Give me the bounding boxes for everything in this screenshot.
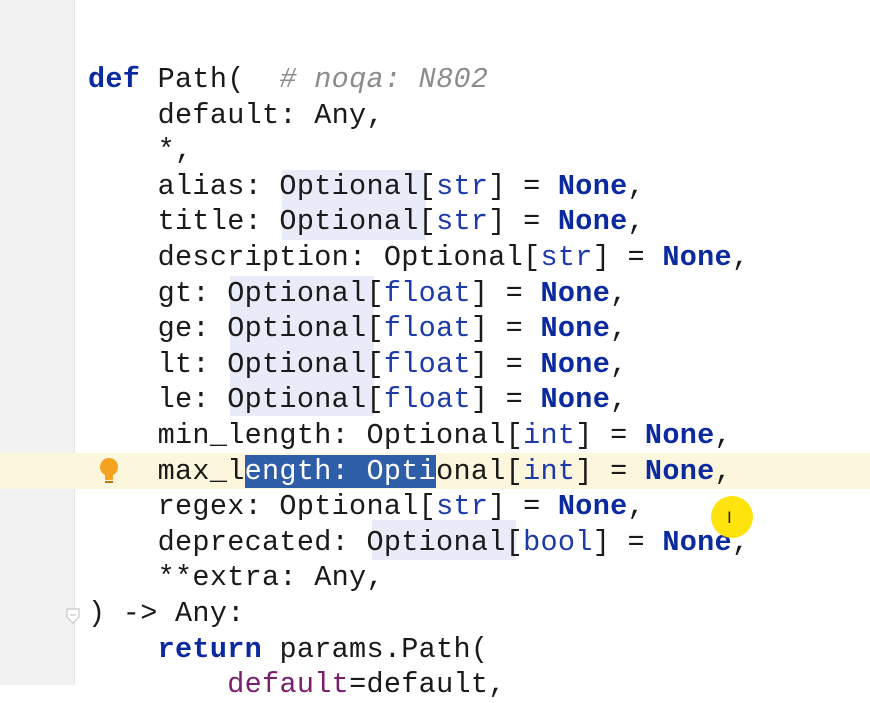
code-token: ,	[714, 454, 732, 488]
code-token: None	[540, 312, 611, 346]
code-line[interactable]: def Path( # noqa: N802	[88, 62, 749, 98]
code-token: title: Optional[	[88, 205, 437, 239]
code-token: ) -> Any:	[88, 596, 245, 630]
code-token: alias: Optional[	[88, 169, 437, 203]
code-line[interactable]: deprecated: Optional[bool] = None,	[88, 525, 749, 561]
code-token: ,	[610, 276, 628, 310]
code-token: float	[383, 383, 471, 417]
code-token: float	[383, 276, 471, 310]
code-editor[interactable]: def Path( # noqa: N802 default: Any, *, …	[88, 62, 749, 703]
code-token: float	[383, 312, 471, 346]
code-token: Path(	[140, 63, 245, 96]
code-token: onal[	[436, 454, 524, 488]
code-token: description: Optional[	[88, 240, 541, 274]
code-token: int	[523, 454, 576, 488]
code-token: ] =	[488, 169, 558, 203]
code-token: ] =	[470, 347, 541, 381]
code-line[interactable]: ) -> Any:	[88, 596, 749, 632]
code-token: int	[523, 418, 576, 452]
code-token: ] =	[592, 525, 663, 559]
code-token: str	[436, 205, 489, 239]
code-token: def	[88, 63, 141, 96]
code-line[interactable]: ge: Optional[float] = None,	[88, 311, 749, 347]
code-line[interactable]: return params.Path(	[88, 632, 749, 668]
code-token: ] =	[488, 205, 558, 239]
code-token: ,	[610, 312, 628, 346]
code-token: *,	[88, 134, 193, 168]
code-token: ] =	[488, 490, 558, 524]
code-token: ] =	[592, 240, 663, 274]
code-token: return	[157, 632, 263, 666]
code-line[interactable]: min_length: Optional[int] = None,	[88, 418, 749, 454]
code-token: deprecated: Optional[	[88, 525, 524, 559]
code-line[interactable]: lt: Optional[float] = None,	[88, 347, 749, 383]
code-token: bool	[523, 525, 593, 559]
code-token: None	[662, 240, 732, 274]
code-token: None	[540, 276, 611, 310]
code-line[interactable]: alias: Optional[str] = None,	[88, 169, 749, 205]
code-line[interactable]: default: Any,	[88, 98, 749, 134]
code-token: None	[557, 205, 628, 239]
code-token: ,	[610, 347, 628, 381]
code-token: # noqa: N802	[279, 63, 489, 96]
code-token: params.Path(	[262, 632, 489, 666]
code-token: str	[436, 169, 489, 203]
code-token: ,	[627, 169, 645, 203]
editor-gutter[interactable]	[0, 0, 75, 685]
code-token: ] =	[470, 276, 541, 310]
code-token: None	[557, 490, 628, 524]
code-line[interactable]: *,	[88, 133, 749, 169]
code-token: ,	[610, 383, 628, 417]
code-token: ] =	[575, 454, 645, 488]
code-line[interactable]: title: Optional[str] = None,	[88, 204, 749, 240]
mouse-cursor-highlight	[711, 496, 753, 538]
fold-marker-icon[interactable]	[64, 607, 82, 625]
code-token: le: Optional[	[88, 383, 384, 417]
code-token: gt: Optional[	[88, 276, 384, 310]
code-token: ] =	[470, 383, 541, 417]
code-token: default: Any,	[88, 98, 384, 132]
code-line[interactable]: le: Optional[float] = None,	[88, 382, 749, 418]
code-token: ] =	[470, 312, 541, 346]
code-token: None	[557, 169, 628, 203]
code-token: min_length: Optional[	[88, 418, 524, 452]
code-token: None	[540, 347, 611, 381]
code-line[interactable]: regex: Optional[str] = None,	[88, 489, 749, 525]
code-token: str	[540, 240, 593, 274]
code-token: ,	[627, 205, 645, 239]
code-token: ,	[714, 418, 732, 452]
code-token: ge: Optional[	[88, 312, 384, 346]
code-token: None	[540, 383, 611, 417]
code-token: None	[644, 418, 715, 452]
lightbulb-icon[interactable]	[98, 456, 120, 486]
code-token: **extra: Any,	[88, 561, 384, 595]
selected-text: ength: Opti	[244, 454, 437, 488]
code-token: float	[383, 347, 471, 381]
code-token: ,	[731, 240, 750, 274]
code-line[interactable]: description: Optional[str] = None,	[88, 240, 749, 276]
code-line[interactable]: **extra: Any,	[88, 560, 749, 596]
code-token: None	[644, 454, 715, 488]
code-token: ,	[627, 490, 645, 524]
code-token: ] =	[575, 418, 645, 452]
code-line[interactable]: gt: Optional[float] = None,	[88, 276, 749, 312]
code-token: lt: Optional[	[88, 347, 384, 381]
code-token: str	[436, 490, 489, 524]
text-cursor-icon: I	[727, 508, 732, 527]
code-line[interactable]: max_length: Optional[int] = None,	[88, 454, 749, 490]
code-token: regex: Optional[	[88, 490, 437, 524]
